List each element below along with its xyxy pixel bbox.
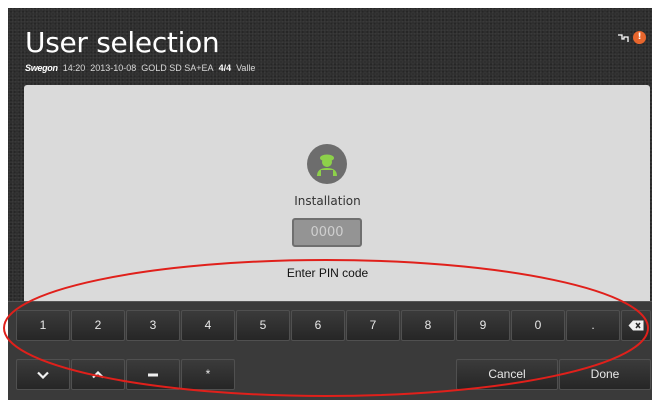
- user-label: Installation: [294, 194, 361, 208]
- top-icons: !: [617, 31, 646, 44]
- status-fraction: 4/4: [218, 63, 232, 73]
- status-user: Valle: [236, 63, 256, 73]
- status-bar: Swegon 14:20 2013-10-08 GOLD SD SA+EA 4/…: [25, 63, 255, 73]
- network-icon[interactable]: [617, 32, 631, 44]
- status-model: GOLD SD SA+EA: [141, 63, 214, 73]
- status-date: 2013-10-08: [90, 63, 137, 73]
- pin-caption: Enter PIN code: [286, 266, 369, 280]
- status-time: 14:20: [62, 63, 86, 73]
- installer-avatar-icon[interactable]: [307, 144, 347, 184]
- pin-input[interactable]: 0000: [292, 218, 362, 247]
- brand-logo: Swegon: [25, 63, 58, 73]
- page-title: User selection: [25, 26, 220, 59]
- alarm-icon[interactable]: !: [633, 31, 646, 44]
